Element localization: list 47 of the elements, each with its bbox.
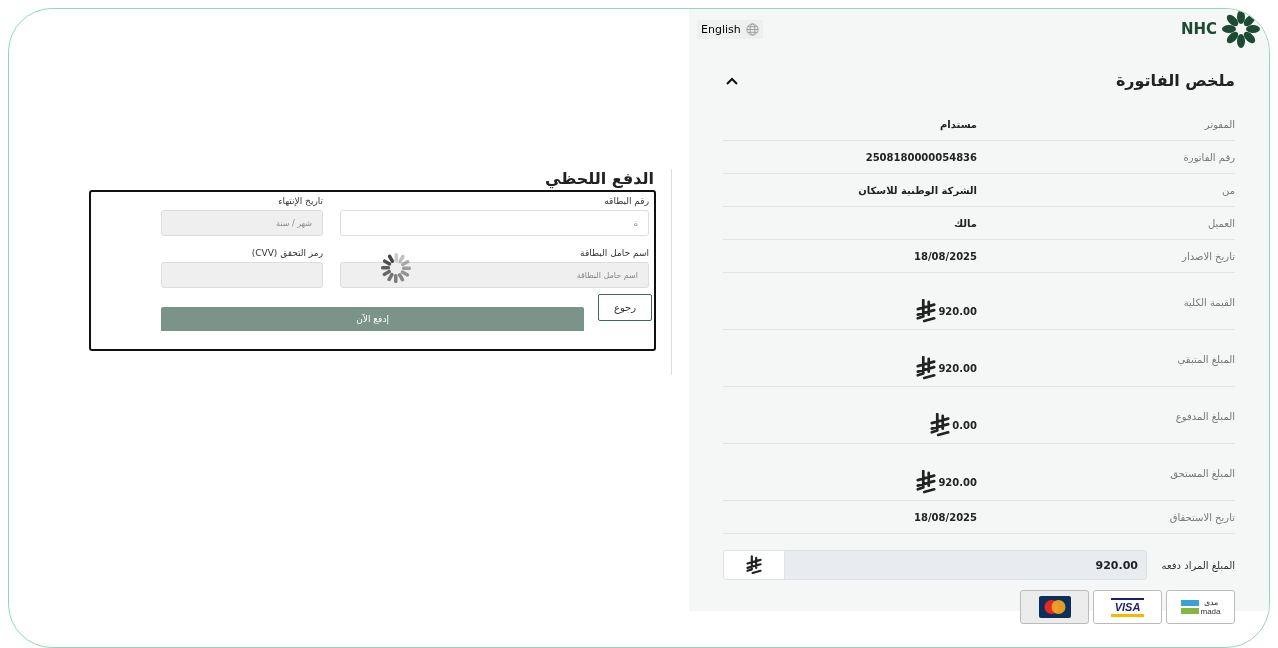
mada-bars-icon <box>1180 600 1199 614</box>
row-value: 2508180000054836 <box>865 151 977 163</box>
row-label: المبلغ المتبقي <box>1176 354 1235 365</box>
visa-logo: VISA <box>1110 597 1145 617</box>
row-value: مستدام <box>940 118 977 130</box>
mada-logo-text: مدى <box>1202 598 1219 607</box>
back-button[interactable]: رجوع <box>598 294 652 321</box>
amount-value: 920.00 <box>1094 557 1139 574</box>
row-value: 920.00 <box>938 362 977 374</box>
field-label: رقم البطاقه <box>603 196 649 206</box>
row-value: مالك <box>954 217 977 229</box>
card-type-button[interactable] <box>1020 590 1089 624</box>
field-label: اسم حامل البطاقة <box>579 248 649 258</box>
input-field[interactable]: ة <box>340 210 649 236</box>
riyal-sign-icon <box>930 413 951 437</box>
riyal-sign-icon <box>916 470 937 494</box>
riyal-sign-icon <box>746 555 762 575</box>
field-label: رمز التحقق (CVV) <box>250 248 323 258</box>
row-value: الشركة الوطنية للاسكان <box>858 184 977 196</box>
chevron-icon <box>725 75 739 86</box>
riyal-sign-icon <box>916 356 937 380</box>
row-value: 920.00 <box>938 476 977 488</box>
mada-logo-text: mada <box>1200 607 1221 616</box>
payment-title: الدفع اللحظي <box>543 169 654 188</box>
card-type-button[interactable]: VISA <box>1093 590 1162 624</box>
row-label: تاريخ الاستحقاق <box>1168 511 1235 523</box>
row-label: المفوتر <box>1203 118 1235 130</box>
globe-icon <box>745 22 759 36</box>
amount-label: المبلغ المراد دفعه <box>1161 559 1235 571</box>
language-button[interactable]: English <box>697 19 763 39</box>
row-value: 920.00 <box>938 305 977 317</box>
row-value: 18/08/2025 <box>914 250 977 262</box>
row-label: القيمة الكلية <box>1182 297 1235 308</box>
row-value: 0.00 <box>952 419 977 431</box>
row-label: من <box>1221 184 1235 196</box>
field-label: تاريخ الإنتهاء <box>277 196 323 206</box>
row-value: 18/08/2025 <box>914 511 977 523</box>
row-label: العميل <box>1206 217 1235 229</box>
row-label: رقم الفاتورة <box>1182 151 1235 163</box>
row-label: المبلغ المستحق <box>1169 468 1235 479</box>
logo-text: NHC <box>1180 20 1217 38</box>
row-label: تاريخ الاصدار <box>1180 250 1235 262</box>
amount-field[interactable]: 920.00 <box>723 550 1147 580</box>
mastercard-logo <box>1038 596 1071 618</box>
summary-title: ملخص الفاتورة <box>1115 71 1235 90</box>
riyal-sign-icon <box>916 299 937 323</box>
row-label: المبلغ المدفوع <box>1174 411 1235 422</box>
